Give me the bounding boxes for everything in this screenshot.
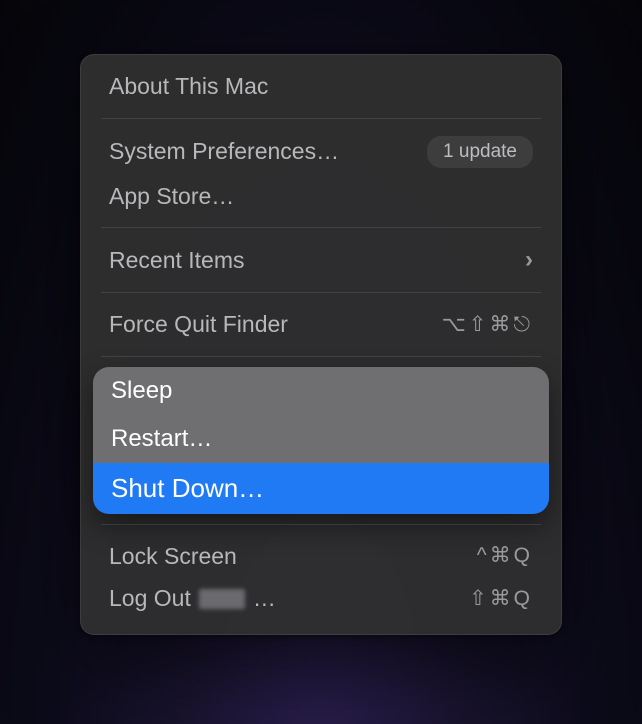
menu-item-label: System Preferences… [109, 137, 339, 166]
menu-separator [101, 292, 541, 293]
keyboard-shortcut: ^⌘Q [477, 543, 533, 569]
menu-item-lock-screen[interactable]: Lock Screen ^⌘Q [81, 535, 561, 578]
menu-separator [101, 118, 541, 119]
keyboard-shortcut: ⇧⌘Q [469, 586, 533, 612]
menu-item-label: Restart… [111, 424, 212, 454]
menu-item-force-quit[interactable]: Force Quit Finder ⌥⇧⌘⎋ [81, 303, 561, 346]
menu-item-label: App Store… [109, 182, 234, 211]
menu-item-label: Shut Down… [111, 472, 264, 505]
menu-item-recent-items[interactable]: Recent Items › [81, 238, 561, 282]
menu-item-label: Force Quit Finder [109, 310, 288, 339]
menu-item-sleep[interactable]: Sleep [93, 367, 549, 415]
redacted-username [199, 589, 245, 609]
update-badge: 1 update [427, 136, 533, 168]
menu-item-label: About This Mac [109, 72, 268, 101]
menu-item-label: Sleep [111, 376, 172, 406]
menu-item-restart[interactable]: Restart… [93, 415, 549, 463]
menu-item-system-preferences[interactable]: System Preferences… 1 update [81, 129, 561, 175]
keyboard-shortcut: ⌥⇧⌘⎋ [442, 312, 533, 338]
menu-item-label: Lock Screen [109, 542, 237, 571]
chevron-right-icon: › [525, 245, 533, 275]
apple-menu: About This Mac System Preferences… 1 upd… [80, 54, 562, 635]
menu-separator [101, 356, 541, 357]
menu-item-app-store[interactable]: App Store… [81, 175, 561, 218]
menu-item-label: Log Out … [109, 584, 276, 613]
menu-separator [101, 524, 541, 525]
power-options-group: Sleep Restart… Shut Down… [93, 367, 549, 514]
menu-item-label: Recent Items [109, 246, 245, 275]
menu-item-about-this-mac[interactable]: About This Mac [81, 65, 561, 108]
menu-item-shut-down[interactable]: Shut Down… [93, 463, 549, 514]
menu-item-log-out[interactable]: Log Out … ⇧⌘Q [81, 577, 561, 620]
menu-separator [101, 227, 541, 228]
